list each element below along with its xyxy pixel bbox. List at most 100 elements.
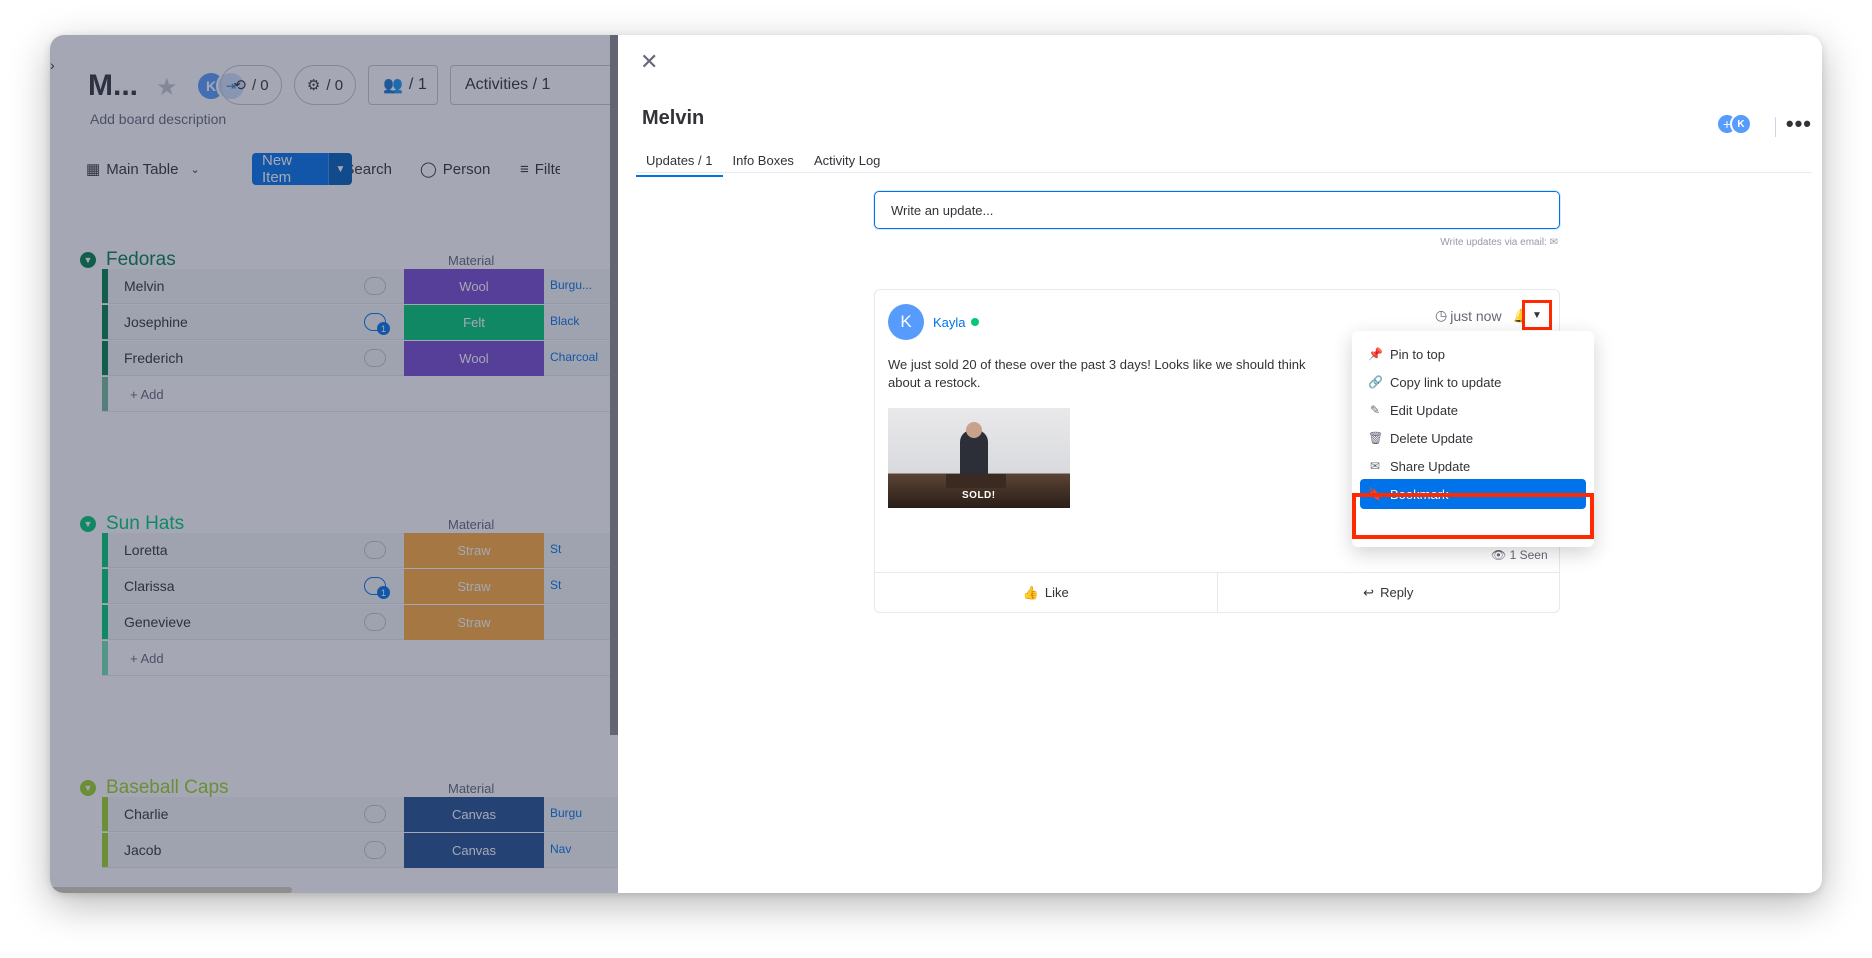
group-title[interactable]: Sun Hats xyxy=(106,513,184,535)
new-item-dropdown-icon[interactable]: ▼ xyxy=(328,153,352,185)
status-cell[interactable]: Wool xyxy=(404,341,544,376)
menu-item-bookmark[interactable]: 🔖 Bookmark xyxy=(1360,479,1586,509)
add-item-label[interactable]: + Add xyxy=(130,387,164,402)
group-title[interactable]: Fedoras xyxy=(106,249,176,271)
menu-item-edit-update[interactable]: ✎ Edit Update xyxy=(1360,395,1586,425)
table-row[interactable]: Clarissa 1 Straw St xyxy=(102,569,622,604)
group-collapse-icon[interactable]: ▼ xyxy=(80,252,96,268)
add-item-row[interactable]: + Add xyxy=(102,641,622,676)
update-bubble-icon[interactable] xyxy=(364,613,386,631)
automations-button[interactable]: ⟲ / 0 xyxy=(220,65,282,105)
item-name[interactable]: Jacob xyxy=(124,842,161,858)
table-row[interactable]: Charlie Canvas Burgu xyxy=(102,797,622,832)
update-bubble-icon[interactable] xyxy=(364,805,386,823)
group-collapse-icon[interactable]: ▼ xyxy=(80,780,96,796)
color-cell[interactable]: St xyxy=(550,542,561,556)
add-item-label[interactable]: + Add xyxy=(130,651,164,666)
status-cell[interactable]: Felt xyxy=(404,305,544,340)
update-bubble-icon[interactable] xyxy=(364,349,386,367)
column-header-material[interactable]: Material xyxy=(448,253,494,268)
collapse-sidebar-icon[interactable]: › xyxy=(50,57,55,73)
author-avatar[interactable]: K xyxy=(888,304,924,340)
column-header-material[interactable]: Material xyxy=(448,517,494,532)
like-button[interactable]: 👍 Like xyxy=(875,573,1217,612)
author-name[interactable]: Kayla xyxy=(933,315,966,330)
group-header-baseball-caps[interactable]: ▼ Baseball Caps xyxy=(80,777,229,799)
activities-button[interactable]: Activities / 1 xyxy=(450,65,618,105)
horizontal-scrollbar[interactable] xyxy=(50,887,292,893)
members-button[interactable]: 👥 / 1 xyxy=(368,65,438,105)
table-row[interactable]: Melvin Wool Burgu... xyxy=(102,269,622,304)
table-row[interactable]: Jacob Canvas Nav xyxy=(102,833,622,868)
new-item-button[interactable]: New Item xyxy=(252,152,328,186)
table-row[interactable]: Josephine 1 Felt Black xyxy=(102,305,622,340)
table-row[interactable]: Loretta Straw St xyxy=(102,533,622,568)
item-title[interactable]: Melvin xyxy=(642,107,704,130)
color-cell[interactable]: St xyxy=(550,578,561,592)
vertical-scrollbar[interactable] xyxy=(610,35,618,735)
chevron-down-icon: ⌄ xyxy=(190,163,200,176)
people-icon: 👥 xyxy=(383,77,403,94)
color-cell[interactable]: Black xyxy=(550,314,579,328)
seen-count[interactable]: 👁 1 Seen xyxy=(1491,548,1548,562)
integrations-button[interactable]: ⚙ / 0 xyxy=(294,65,356,105)
status-cell[interactable]: Canvas xyxy=(404,833,544,868)
reply-button[interactable]: ↩ Reply xyxy=(1216,573,1560,612)
item-name[interactable]: Frederich xyxy=(124,350,183,366)
group-header-sun-hats[interactable]: ▼ Sun Hats xyxy=(80,513,184,535)
write-update-input[interactable]: Write an update... xyxy=(874,191,1560,229)
group-header-fedoras[interactable]: ▼ Fedoras xyxy=(80,249,176,271)
menu-item-delete-update[interactable]: 🗑 Delete Update xyxy=(1360,423,1586,453)
update-bubble-icon[interactable]: 1 xyxy=(364,313,390,335)
star-icon[interactable]: ★ xyxy=(156,73,178,102)
item-panel: ✕ Melvin + K ••• Updates / 1 Info Boxes … xyxy=(618,35,1822,893)
status-cell[interactable]: Wool xyxy=(404,269,544,304)
more-options-icon[interactable]: ••• xyxy=(1786,111,1812,137)
update-bubble-icon[interactable]: 1 xyxy=(364,577,390,599)
add-item-row[interactable]: + Add xyxy=(102,377,622,412)
board-title[interactable]: M... xyxy=(88,69,138,103)
menu-item-copy-link[interactable]: 🔗 Copy link to update xyxy=(1360,367,1586,397)
avatar[interactable]: K xyxy=(1730,113,1752,135)
item-name[interactable]: Clarissa xyxy=(124,578,175,594)
color-cell[interactable]: Nav xyxy=(550,842,571,856)
email-updates-hint[interactable]: Write updates via email: ✉ xyxy=(1284,237,1558,248)
post-actions: 👍 Like ↩ Reply xyxy=(875,572,1559,612)
like-label: Like xyxy=(1044,585,1069,600)
bookmark-icon: 🔖 xyxy=(1368,487,1383,501)
color-cell[interactable]: Burgu... xyxy=(550,278,592,292)
item-name[interactable]: Josephine xyxy=(124,314,188,330)
item-name[interactable]: Genevieve xyxy=(124,614,191,630)
update-bubble-icon[interactable] xyxy=(364,841,386,859)
update-count-badge: 1 xyxy=(377,586,390,599)
filter-button[interactable]: ≡ Filter xyxy=(520,153,560,185)
trash-icon: 🗑 xyxy=(1368,431,1384,445)
update-bubble-icon[interactable] xyxy=(364,541,386,559)
status-cell[interactable]: Straw xyxy=(404,533,544,568)
status-cell[interactable]: Straw xyxy=(404,569,544,604)
item-name[interactable]: Melvin xyxy=(124,278,164,294)
group-title[interactable]: Baseball Caps xyxy=(106,777,229,799)
person-filter-button[interactable]: ◯ Person xyxy=(420,153,490,185)
item-name[interactable]: Loretta xyxy=(124,542,168,558)
status-cell[interactable]: Straw xyxy=(404,605,544,640)
post-gif-image[interactable]: SOLD! xyxy=(888,408,1070,508)
table-row[interactable]: Genevieve Straw xyxy=(102,605,622,640)
menu-item-label: Edit Update xyxy=(1390,402,1458,418)
post-options-dropdown[interactable]: ▼ xyxy=(1522,300,1552,330)
menu-item-pin-to-top[interactable]: 📌 Pin to top xyxy=(1360,339,1586,369)
status-cell[interactable]: Canvas xyxy=(404,797,544,832)
menu-item-share-update[interactable]: ✉ Share Update xyxy=(1360,451,1586,481)
table-row[interactable]: Frederich Wool Charcoal xyxy=(102,341,622,376)
close-icon[interactable]: ✕ xyxy=(640,49,658,75)
board-description[interactable]: Add board description xyxy=(90,111,226,127)
color-cell[interactable]: Burgu xyxy=(550,806,582,820)
item-name[interactable]: Charlie xyxy=(124,806,168,822)
color-cell[interactable]: Charcoal xyxy=(550,350,598,364)
column-header-material[interactable]: Material xyxy=(448,781,494,796)
update-bubble-icon[interactable] xyxy=(364,277,386,295)
main-table-view[interactable]: ▦ Main Table ⌄ xyxy=(86,153,200,185)
menu-item-label: Pin to top xyxy=(1390,346,1445,362)
subscribers[interactable]: + K xyxy=(1718,113,1754,137)
group-collapse-icon[interactable]: ▼ xyxy=(80,516,96,532)
